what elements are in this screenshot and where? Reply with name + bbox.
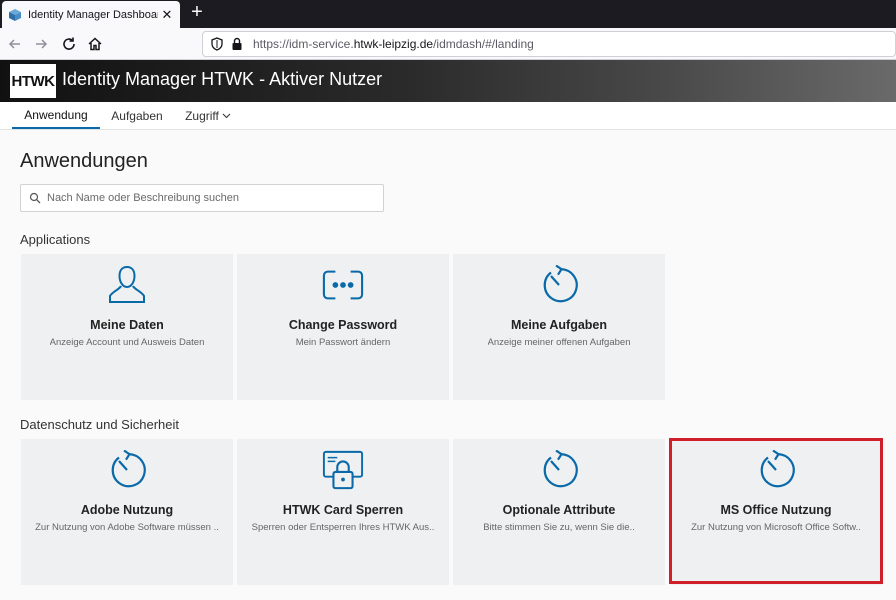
close-icon[interactable]: ✕ bbox=[158, 7, 176, 23]
browser-toolbar: https://idm-service.htwk-leipzig.de/idmd… bbox=[0, 28, 896, 60]
lock-icon[interactable] bbox=[229, 36, 245, 52]
shield-icon[interactable] bbox=[209, 36, 225, 52]
browser-tab-strip: Identity Manager Dashboard ✕ + bbox=[0, 0, 896, 28]
forward-arrow-icon[interactable] bbox=[30, 33, 52, 55]
cube-icon bbox=[8, 8, 22, 22]
card-meine-daten[interactable]: Meine Daten Anzeige Account und Ausweis … bbox=[21, 254, 233, 400]
page-title: Anwendungen bbox=[20, 150, 148, 172]
card-optionale-attribute[interactable]: Optionale Attribute Bitte stimmen Sie zu… bbox=[453, 439, 665, 585]
card-meine-aufgaben[interactable]: Meine Aufgaben Anzeige meiner offenen Au… bbox=[453, 254, 665, 400]
card-adobe-nutzung[interactable]: Adobe Nutzung Zur Nutzung von Adobe Soft… bbox=[21, 439, 233, 585]
circular-arrow-icon bbox=[755, 449, 797, 491]
card-title: Meine Daten bbox=[90, 318, 164, 332]
search-icon bbox=[29, 192, 41, 204]
back-arrow-icon[interactable] bbox=[4, 33, 26, 55]
card-title: Adobe Nutzung bbox=[80, 503, 174, 517]
card-ms-office-nutzung[interactable]: MS Office Nutzung Zur Nutzung von Micros… bbox=[670, 439, 882, 585]
card-description: Zur Nutzung von Microsoft Office Softw.. bbox=[691, 522, 861, 533]
section-title-applications: Applications bbox=[20, 232, 91, 247]
htwk-logo[interactable]: HTWK bbox=[10, 64, 56, 98]
card-description: Mein Passwort ändern bbox=[295, 337, 391, 348]
new-tab-plus-icon[interactable]: + bbox=[186, 2, 208, 24]
card-description: Anzeige Account und Ausweis Daten bbox=[49, 337, 205, 348]
card-description: Zur Nutzung von Adobe Software müssen .. bbox=[35, 522, 219, 533]
home-icon[interactable] bbox=[84, 33, 106, 55]
circular-arrow-icon bbox=[538, 264, 580, 306]
browser-tab-title: Identity Manager Dashboard bbox=[28, 8, 158, 21]
card-title: Optionale Attribute bbox=[502, 503, 616, 517]
address-bar[interactable]: https://idm-service.htwk-leipzig.de/idmd… bbox=[202, 31, 896, 57]
card-change-password[interactable]: Change Password Mein Passwort ändern bbox=[237, 254, 449, 400]
card-title: Change Password bbox=[288, 318, 398, 332]
card-title: Meine Aufgaben bbox=[510, 318, 608, 332]
app-header: HTWK Identity Manager HTWK - Aktiver Nut… bbox=[0, 60, 896, 102]
card-title: HTWK Card Sperren bbox=[282, 503, 404, 517]
card-lock-icon bbox=[322, 449, 364, 491]
app-tabs: Anwendung Aufgaben Zugriff bbox=[0, 102, 896, 130]
card-title: MS Office Nutzung bbox=[720, 503, 832, 517]
circular-arrow-icon bbox=[106, 449, 148, 491]
reload-icon[interactable] bbox=[58, 33, 80, 55]
circular-arrow-icon bbox=[538, 449, 580, 491]
tab-aufgaben[interactable]: Aufgaben bbox=[104, 102, 170, 129]
app-title: Identity Manager HTWK - Aktiver Nutzer bbox=[62, 69, 383, 89]
browser-tab[interactable]: Identity Manager Dashboard ✕ bbox=[2, 1, 180, 28]
search-box[interactable] bbox=[20, 184, 384, 212]
tab-anwendung[interactable]: Anwendung bbox=[12, 102, 100, 129]
search-input[interactable] bbox=[47, 192, 377, 204]
chevron-down-icon bbox=[222, 113, 231, 119]
url-text: https://idm-service.htwk-leipzig.de/idmd… bbox=[253, 37, 534, 51]
card-description: Sperren oder Entsperren Ihres HTWK Aus.. bbox=[251, 522, 435, 533]
card-htwk-card-sperren[interactable]: HTWK Card Sperren Sperren oder Entsperre… bbox=[237, 439, 449, 585]
password-icon bbox=[322, 264, 364, 306]
user-icon bbox=[106, 264, 148, 306]
card-description: Bitte stimmen Sie zu, wenn Sie die.. bbox=[483, 522, 635, 533]
main-content: Anwendungen Applications Meine Daten Anz… bbox=[0, 130, 896, 600]
card-description: Anzeige meiner offenen Aufgaben bbox=[487, 337, 631, 348]
section-title-datenschutz: Datenschutz und Sicherheit bbox=[20, 417, 179, 432]
tab-zugriff[interactable]: Zugriff bbox=[176, 102, 240, 129]
